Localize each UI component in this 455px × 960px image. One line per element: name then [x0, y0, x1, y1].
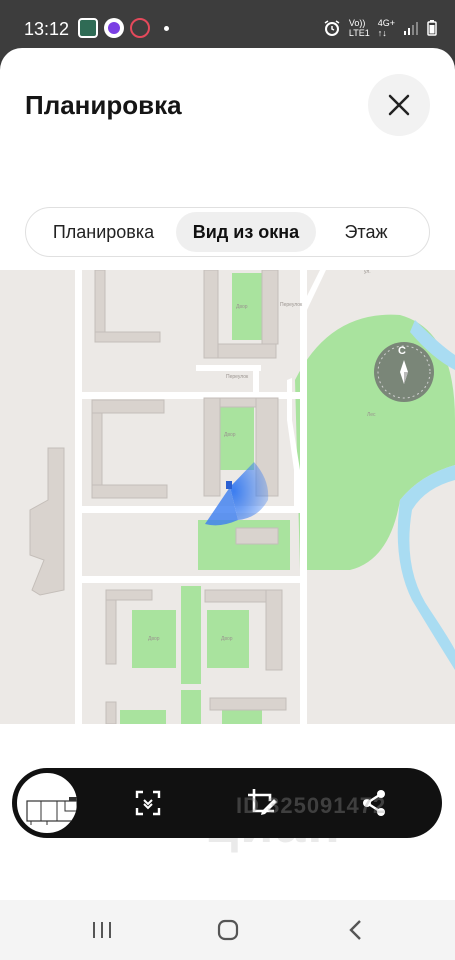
window-position-marker	[226, 481, 232, 489]
view-segmented-control: Планировка Вид из окна Этаж	[25, 207, 430, 257]
battery-icon	[427, 20, 437, 36]
system-status-icons: Vo)) LTE1 4G+ ↑↓	[323, 18, 437, 38]
home-button[interactable]	[208, 914, 248, 946]
svg-text:Переулок: Переулок	[226, 374, 249, 380]
back-icon	[349, 920, 361, 940]
scan-button[interactable]	[130, 785, 166, 821]
svg-text:ул.: ул.	[364, 270, 371, 275]
network-type-indicator: 4G+ ↑↓	[378, 18, 395, 38]
app-notification-icon	[104, 18, 124, 38]
gallery-notification-icon	[78, 18, 98, 38]
lte-label: LTE1	[348, 28, 370, 38]
recent-apps-icon	[93, 922, 111, 938]
back-button[interactable]	[336, 914, 376, 946]
svg-text:Двор: Двор	[224, 432, 236, 438]
tab-window-view[interactable]: Вид из окна	[176, 212, 316, 252]
tab-floor[interactable]: Этаж	[316, 212, 416, 252]
scan-icon	[135, 790, 161, 816]
volte-indicator: Vo)) LTE1	[349, 18, 370, 38]
compass-north-label: С	[398, 345, 406, 357]
svg-text:Двор: Двор	[148, 636, 160, 642]
river	[397, 465, 455, 670]
window-view-map[interactable]: Двор Двор Двор Двор Лес Переулок Переуло…	[0, 270, 455, 724]
home-icon	[217, 919, 239, 941]
close-button[interactable]	[368, 74, 430, 136]
cian-notification-icon	[130, 18, 150, 38]
svg-text:Двор: Двор	[236, 304, 248, 310]
volte-label: Vo))	[348, 18, 366, 28]
svg-text:Лес: Лес	[367, 412, 376, 418]
map-canvas: Двор Двор Двор Двор Лес Переулок Переуло…	[29, 270, 455, 724]
svg-text:Переулок: Переулок	[280, 302, 303, 308]
close-icon	[388, 94, 410, 116]
floor-plan-thumbnail[interactable]	[15, 771, 79, 835]
signal-icon	[404, 22, 418, 35]
data-arrows-icon: ↑↓	[377, 28, 387, 38]
more-notifications-dot	[164, 25, 169, 31]
recent-apps-button[interactable]	[82, 914, 122, 946]
sheet-title: Планировка	[25, 90, 182, 120]
watermark-id: ID 325091472	[236, 793, 387, 818]
notification-icons	[78, 18, 169, 38]
alarm-icon	[324, 20, 340, 36]
status-time: 13:12	[24, 19, 70, 39]
svg-text:Двор: Двор	[221, 636, 233, 642]
system-nav-bar	[0, 900, 455, 960]
network-type-label: 4G+	[377, 18, 395, 28]
compass-button[interactable]: С	[374, 342, 434, 402]
floor-plan-thumbnail-image	[26, 797, 77, 825]
tab-layout[interactable]: Планировка	[31, 212, 176, 252]
